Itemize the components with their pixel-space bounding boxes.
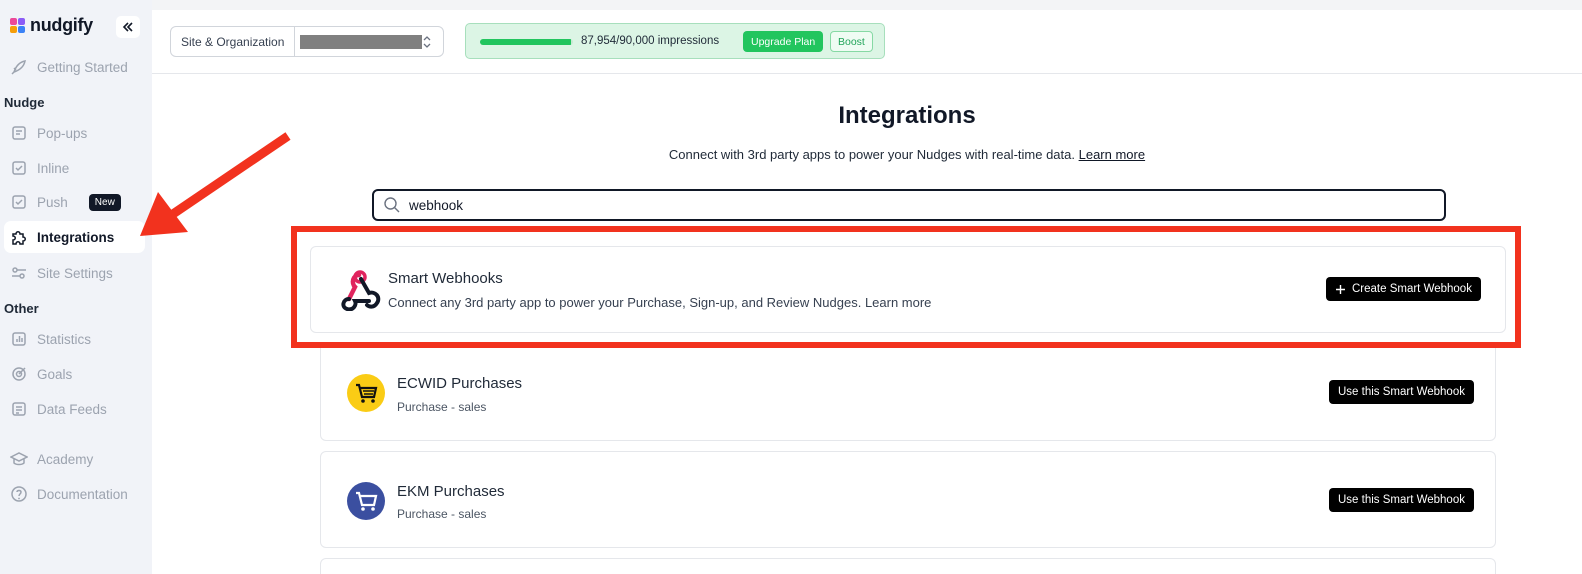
popup-icon [12, 126, 26, 140]
new-badge: New [88, 193, 121, 211]
target-icon [12, 367, 26, 381]
chevron-updown-icon [423, 36, 431, 48]
settings-sliders-icon [12, 267, 26, 279]
site-organization-label: Site & Organization [171, 27, 296, 56]
data-feed-icon [12, 402, 26, 416]
logo[interactable]: nudgify [10, 15, 93, 36]
sidebar-item-push[interactable]: Push New [4, 186, 145, 218]
sidebar-item-label: Pop-ups [37, 125, 88, 141]
page-subtitle: Connect with 3rd party apps to power you… [152, 147, 1582, 162]
sidebar-item-label: Documentation [37, 486, 128, 502]
impressions-progress-fill [480, 39, 571, 45]
sidebar-item-integrations[interactable]: Integrations [4, 221, 145, 253]
red-arrow-annotation [140, 132, 291, 236]
button-label: Use this Smart Webhook [1338, 386, 1465, 398]
ecwid-cart-icon [347, 374, 385, 412]
ekm-cart-icon [347, 482, 385, 520]
page-title: Integrations [838, 102, 976, 129]
button-label: Create Smart Webhook [1352, 283, 1472, 295]
boost-button[interactable]: Boost [830, 31, 873, 52]
double-chevron-left-icon [122, 22, 133, 32]
card-title: EKM Purchases [397, 483, 505, 500]
integration-card-ecwid[interactable]: ECWID Purchases Purchase - sales Use thi… [320, 342, 1496, 441]
integration-card-ekm[interactable]: EKM Purchases Purchase - sales Use this … [320, 451, 1496, 548]
search-box[interactable] [372, 189, 1446, 221]
top-stripe [152, 0, 1582, 10]
site-organization-select[interactable]: Site & Organization [170, 26, 444, 57]
search-input[interactable] [409, 197, 1309, 213]
sidebar-item-label: Inline [37, 160, 70, 176]
card-title: Smart Webhooks [388, 270, 503, 287]
webhook-icon [341, 270, 381, 311]
integration-card-smart-webhooks[interactable]: Smart Webhooks Connect any 3rd party app… [310, 246, 1506, 333]
graduation-cap-icon [10, 452, 28, 466]
puzzle-icon [12, 231, 26, 245]
page-subtitle-text: Connect with 3rd party apps to power you… [668, 147, 1075, 162]
sidebar-item-inline[interactable]: Inline [4, 152, 145, 184]
sidebar-item-label: Site Settings [37, 265, 113, 281]
logo-mark-icon [10, 17, 26, 34]
rocket-icon [11, 60, 26, 75]
help-circle-icon [11, 486, 27, 502]
sidebar-item-getting-started[interactable]: Getting Started [4, 51, 145, 83]
upgrade-plan-button[interactable]: Upgrade Plan [743, 31, 824, 52]
bar-chart-icon [12, 332, 26, 346]
sidebar: nudgify Getting Started Nudge Pop-ups In… [0, 0, 152, 574]
card-title: ECWID Purchases [397, 375, 523, 392]
use-smart-webhook-button[interactable]: Use this Smart Webhook [1329, 380, 1474, 404]
integration-card-partial[interactable] [320, 558, 1496, 574]
search-icon [384, 197, 400, 213]
sidebar-item-label: Goals [37, 366, 73, 382]
button-label: Use this Smart Webhook [1338, 494, 1465, 506]
sidebar-item-label: Statistics [37, 331, 92, 347]
sidebar-item-statistics[interactable]: Statistics [4, 323, 145, 355]
card-subtitle: Purchase - sales [397, 507, 487, 521]
push-check-icon [12, 195, 26, 209]
card-subtitle: Purchase - sales [397, 400, 487, 414]
inline-check-icon [12, 161, 26, 175]
sidebar-item-site-settings[interactable]: Site Settings [4, 257, 145, 289]
sidebar-item-label: Academy [37, 451, 94, 467]
brand-name: nudgify [30, 15, 93, 35]
sidebar-item-label: Push [37, 194, 68, 210]
sidebar-item-popups[interactable]: Pop-ups [4, 117, 145, 149]
sidebar-section-nudge: Nudge [4, 95, 45, 110]
card-description: Connect any 3rd party app to power your … [388, 295, 932, 310]
sidebar-item-label: Getting Started [37, 59, 128, 75]
create-smart-webhook-button[interactable]: Create Smart Webhook [1326, 277, 1481, 301]
impressions-usage-box: 87,954/90,000 impressions Upgrade Plan B… [465, 23, 885, 59]
impressions-progress-bar [480, 39, 573, 45]
site-value-redacted [300, 34, 423, 49]
sidebar-item-academy[interactable]: Academy [4, 443, 145, 475]
sidebar-section-other: Other [4, 301, 39, 316]
sidebar-item-data-feeds[interactable]: Data Feeds [4, 393, 145, 425]
plus-icon [1336, 284, 1345, 294]
collapse-sidebar-button[interactable] [116, 16, 140, 38]
impressions-usage-text: 87,954/90,000 impressions [581, 35, 720, 47]
sidebar-item-goals[interactable]: Goals [4, 358, 145, 390]
use-smart-webhook-button[interactable]: Use this Smart Webhook [1329, 488, 1474, 512]
sidebar-item-label: Data Feeds [37, 401, 107, 417]
sidebar-item-label: Integrations [37, 229, 115, 245]
sidebar-item-documentation[interactable]: Documentation [4, 478, 145, 510]
learn-more-link[interactable]: Learn more [1079, 147, 1145, 162]
